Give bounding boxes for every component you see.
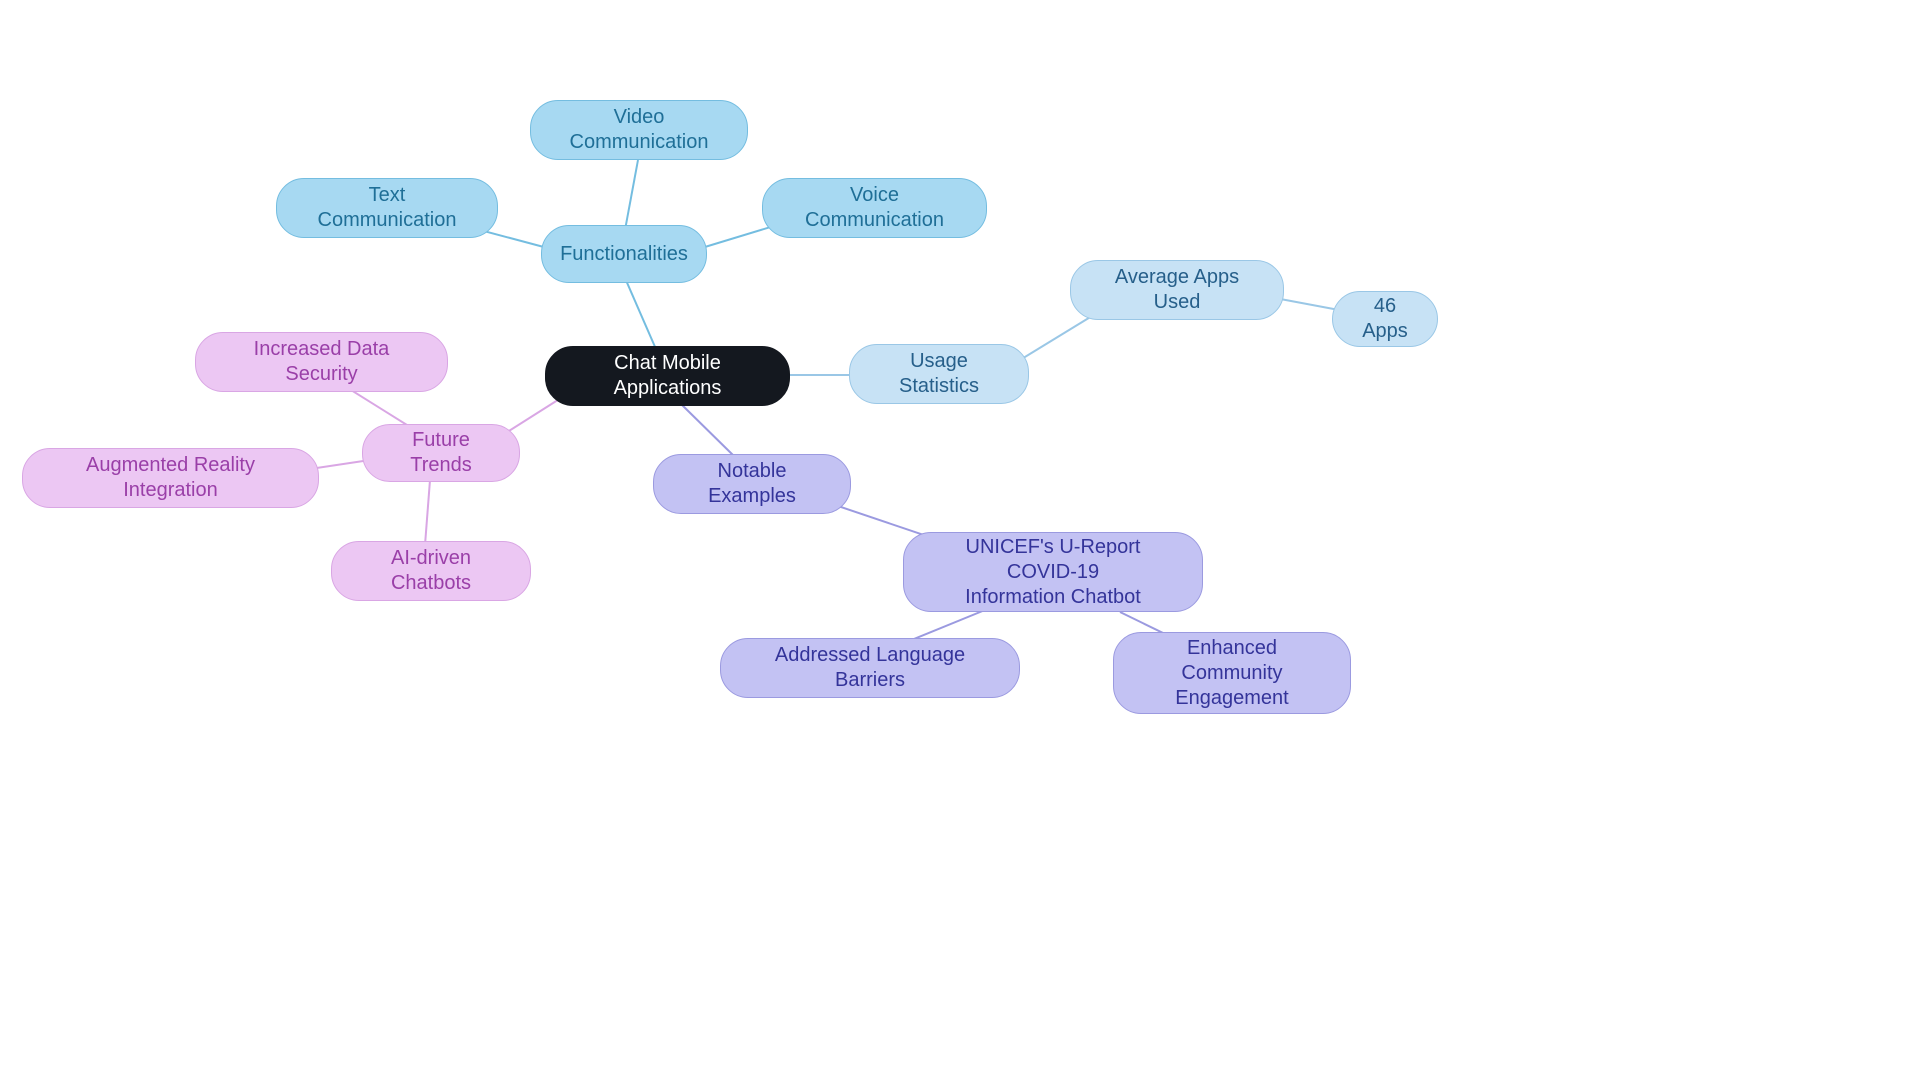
node-label: Video Communication (557, 105, 721, 155)
node-usage-statistics[interactable]: Usage Statistics (849, 344, 1029, 404)
node-label: Future Trends (389, 428, 493, 478)
node-label: Usage Statistics (876, 349, 1002, 399)
node-functionalities[interactable]: Functionalities (541, 225, 707, 283)
node-label: UNICEF's U-Report COVID-19 Information C… (930, 535, 1176, 610)
node-label: Addressed Language Barriers (747, 643, 993, 693)
node-label: Functionalities (560, 242, 688, 267)
node-label: Augmented Reality Integration (49, 453, 292, 503)
node-label: Text Communication (303, 183, 471, 233)
node-label: Increased Data Security (222, 337, 421, 387)
node-label: Notable Examples (680, 459, 824, 509)
node-notable-examples[interactable]: Notable Examples (653, 454, 851, 514)
node-center[interactable]: Chat Mobile Applications (545, 346, 790, 406)
node-voice-communication[interactable]: Voice Communication (762, 178, 987, 238)
node-ar-integration[interactable]: Augmented Reality Integration (22, 448, 319, 508)
node-data-security[interactable]: Increased Data Security (195, 332, 448, 392)
node-label: Voice Communication (789, 183, 960, 233)
node-community-engagement[interactable]: Enhanced Community Engagement (1113, 632, 1351, 714)
node-video-communication[interactable]: Video Communication (530, 100, 748, 160)
node-label: Average Apps Used (1097, 265, 1257, 315)
node-unicef-chatbot[interactable]: UNICEF's U-Report COVID-19 Information C… (903, 532, 1203, 612)
node-label-center: Chat Mobile Applications (572, 351, 763, 401)
node-language-barriers[interactable]: Addressed Language Barriers (720, 638, 1020, 698)
node-average-apps[interactable]: Average Apps Used (1070, 260, 1284, 320)
node-ai-chatbots[interactable]: AI-driven Chatbots (331, 541, 531, 601)
node-label: 46 Apps (1359, 294, 1411, 344)
node-46-apps[interactable]: 46 Apps (1332, 291, 1438, 347)
node-text-communication[interactable]: Text Communication (276, 178, 498, 238)
node-label: AI-driven Chatbots (358, 546, 504, 596)
node-label: Enhanced Community Engagement (1140, 636, 1324, 711)
node-future-trends[interactable]: Future Trends (362, 424, 520, 482)
